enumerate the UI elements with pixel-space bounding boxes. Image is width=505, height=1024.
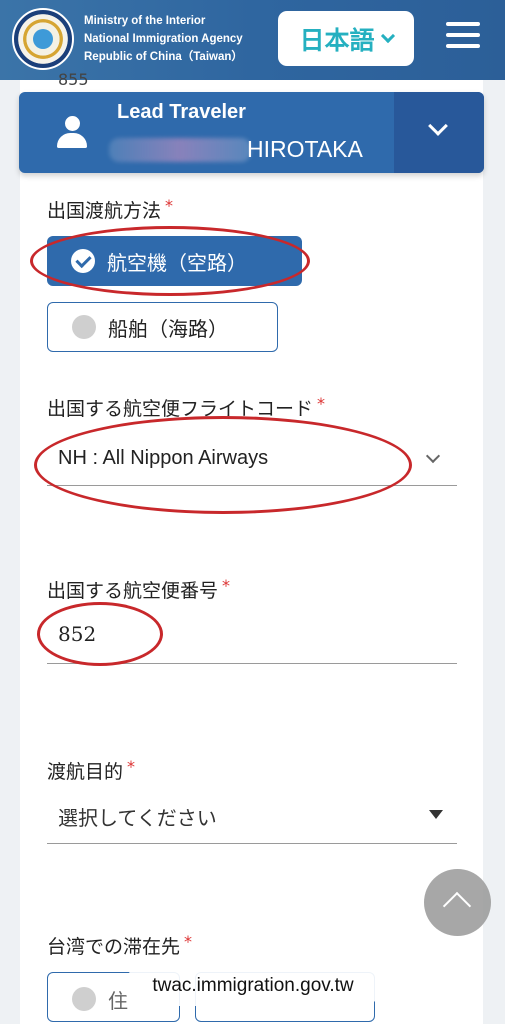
annotation-ellipse — [37, 602, 163, 666]
scroll-top-button[interactable] — [424, 869, 491, 936]
lead-traveler-name: HIROTAKA — [247, 136, 363, 162]
annotation-ellipse — [34, 416, 412, 514]
agency-line-3: Republic of China（Taiwan） — [84, 51, 243, 63]
agency-logo[interactable] — [12, 8, 74, 70]
stay-location-label: 台湾での滞在先 * — [47, 932, 193, 958]
lead-traveler-accordion[interactable]: Lead Traveler HIROTAKA — [19, 92, 484, 173]
person-icon — [57, 116, 87, 150]
agency-line-2: National Immigration Agency — [84, 33, 243, 45]
annotation-ellipse — [30, 226, 310, 296]
radio-unchecked-icon — [72, 315, 96, 339]
logo-emblem — [33, 29, 53, 49]
language-label: 日本語 — [299, 25, 375, 55]
chevron-down-icon — [428, 116, 448, 136]
departure-method-label: 出国渡航方法 * — [47, 196, 174, 222]
option-ship[interactable]: 船舶（海路） — [47, 302, 278, 352]
partial-field-value: 855 — [58, 70, 89, 89]
expand-toggle[interactable] — [394, 92, 484, 173]
url-text: twac.immigration.gov.tw — [152, 975, 354, 996]
lead-traveler-title: Lead Traveler — [117, 101, 246, 123]
option-ship-label: 船舶（海路） — [108, 316, 228, 341]
language-selector[interactable]: 日本語 — [278, 11, 414, 66]
chevron-down-icon — [380, 28, 395, 43]
flight-number-label: 出国する航空便番号 * — [47, 576, 231, 602]
radio-unchecked-icon — [72, 987, 96, 1011]
site-header: Ministry of the Interior National Immigr… — [0, 0, 505, 80]
caret-down-icon — [429, 810, 443, 819]
menu-button[interactable] — [446, 22, 480, 52]
purpose-placeholder: 選択してください — [58, 806, 217, 830]
purpose-label: 渡航目的 * — [47, 757, 136, 783]
agency-line-1: Ministry of the Interior — [84, 15, 206, 27]
browser-url-bar[interactable]: twac.immigration.gov.tw — [124, 966, 382, 1006]
hamburger-icon — [446, 22, 480, 26]
redacted-name — [109, 138, 251, 162]
agency-name: Ministry of the Interior National Immigr… — [84, 12, 243, 66]
